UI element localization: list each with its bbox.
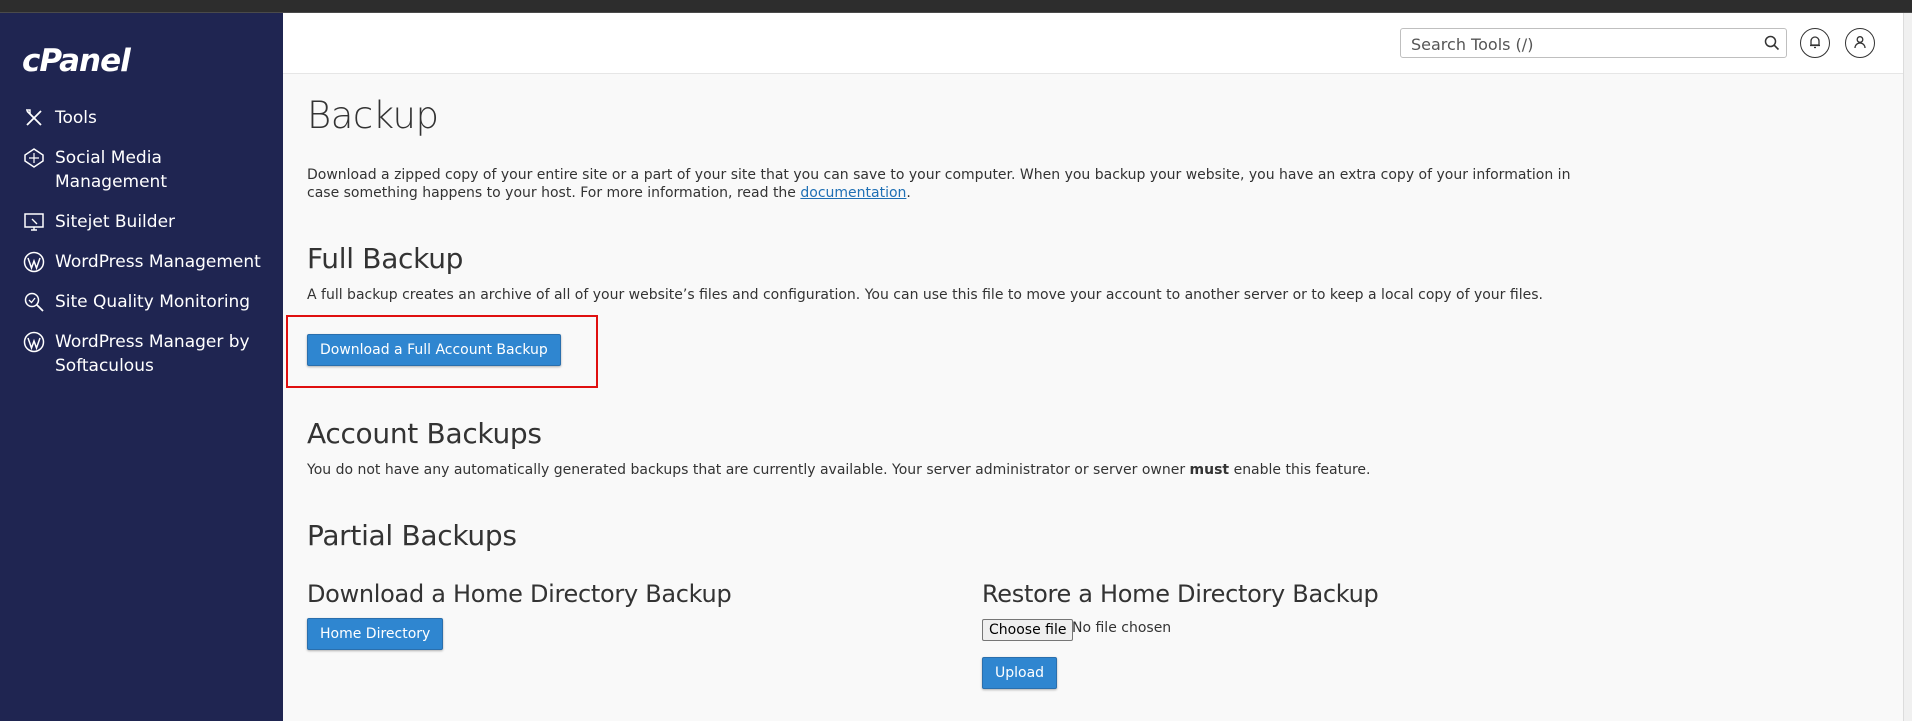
sidebar-item-label: WordPress Manager by Softaculous — [55, 332, 250, 376]
intro-end: . — [906, 185, 911, 201]
sidebar-item-social-media[interactable]: Social Media Management — [0, 146, 283, 194]
sidebar-item-sitejet[interactable]: Sitejet Builder — [0, 210, 283, 234]
choose-file-button[interactable]: Choose file — [982, 619, 1074, 641]
upload-button[interactable]: Upload — [982, 657, 1058, 689]
scrollbar-track[interactable] — [1903, 13, 1912, 721]
site-quality-icon — [22, 290, 46, 314]
full-backup-description: A full backup creates an archive of all … — [307, 287, 1543, 303]
sidebar-nav: Tools Social Media Management Sitejet Bu… — [0, 106, 283, 378]
restore-home-directory-heading: Restore a Home Directory Backup — [982, 580, 1379, 608]
sidebar-item-label: Sitejet Builder — [55, 212, 176, 232]
search-input[interactable] — [1409, 32, 1753, 56]
sidebar-item-label: Social Media Management — [55, 148, 167, 192]
intro-paragraph: Download a zipped copy of your entire si… — [307, 166, 1597, 202]
bell-icon — [1808, 34, 1822, 53]
wordpress-icon — [22, 330, 46, 354]
download-home-directory-heading: Download a Home Directory Backup — [307, 580, 732, 608]
search-box — [1400, 28, 1787, 58]
home-directory-button[interactable]: Home Directory — [307, 618, 444, 650]
account-backups-text-bold: must — [1189, 462, 1230, 478]
sidebar-item-wordpress-management[interactable]: WordPress Management — [0, 250, 283, 274]
account-backups-text: You do not have any automatically genera… — [307, 461, 1370, 479]
sidebar-item-label: Tools — [55, 108, 97, 128]
no-file-chosen-text: No file chosen — [1072, 620, 1172, 636]
page-title: Backup — [307, 94, 439, 137]
main-content: Backup Download a zipped copy of your en… — [283, 74, 1903, 721]
sidebar-item-site-quality[interactable]: Site Quality Monitoring — [0, 290, 283, 314]
sitejet-icon — [22, 210, 46, 234]
search-icon[interactable] — [1764, 35, 1780, 55]
cpanel-logo[interactable]: cPanel — [22, 43, 131, 79]
social-media-icon — [22, 146, 46, 170]
wordpress-icon — [22, 250, 46, 274]
partial-backups-heading: Partial Backups — [307, 519, 517, 552]
user-menu-button[interactable] — [1845, 28, 1875, 58]
full-backup-heading: Full Backup — [307, 242, 464, 275]
sidebar: cPanel Tools Social Media Management Sit… — [0, 13, 283, 721]
download-full-backup-button[interactable]: Download a Full Account Backup — [307, 334, 561, 366]
sidebar-item-tools[interactable]: Tools — [0, 106, 283, 130]
sidebar-item-label: WordPress Management — [55, 252, 261, 272]
user-icon — [1853, 34, 1867, 53]
tools-icon — [22, 106, 46, 130]
notifications-button[interactable] — [1800, 28, 1830, 58]
sidebar-item-label: Site Quality Monitoring — [55, 292, 251, 312]
account-backups-text-start: You do not have any automatically genera… — [307, 462, 1190, 478]
documentation-link[interactable]: documentation — [800, 185, 906, 201]
account-backups-heading: Account Backups — [307, 417, 542, 450]
intro-text: Download a zipped copy of your entire si… — [307, 167, 1571, 201]
sidebar-item-wordpress-softaculous[interactable]: WordPress Manager by Softaculous — [0, 330, 283, 378]
window-top-strip — [0, 0, 1912, 13]
account-backups-text-end: enable this feature. — [1229, 462, 1371, 478]
